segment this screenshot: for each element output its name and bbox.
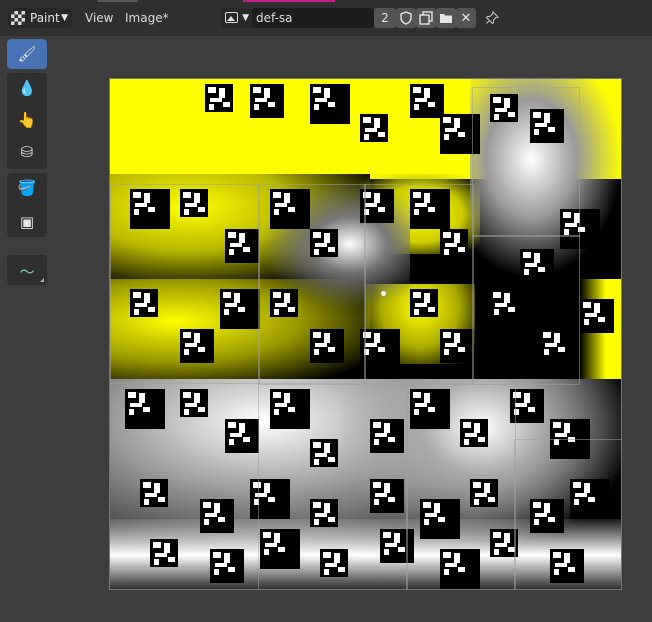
drop-icon: 💧	[17, 79, 37, 97]
texture-tile-motif	[250, 84, 284, 118]
top-accent-strip	[98, 0, 138, 2]
texture-grid-cell	[364, 184, 474, 384]
image-users-count[interactable]: 2	[374, 8, 396, 28]
stamp-icon: ⛁	[20, 143, 34, 161]
tool-clone-button[interactable]: ⛁	[7, 137, 47, 167]
fill-bucket-icon: 🪣	[17, 179, 37, 197]
brush-icon: 🖌	[17, 45, 37, 63]
texture-grid-cell	[472, 87, 580, 237]
tool-draw-button[interactable]: 🖌	[7, 39, 47, 69]
shield-icon	[400, 11, 412, 25]
menu-view[interactable]: View	[85, 8, 113, 28]
texture-tile-motif	[210, 549, 244, 583]
mode-selector[interactable]: Paint ▼	[8, 8, 72, 28]
image-name-field[interactable]: def-sa	[252, 8, 374, 28]
pin-button[interactable]	[484, 8, 500, 28]
mode-label: Paint	[30, 11, 60, 25]
texture-tile-motif	[200, 499, 234, 533]
folder-icon	[440, 14, 452, 23]
menu-image[interactable]: Image*	[125, 8, 169, 28]
texture-tile-motif	[140, 479, 168, 507]
texture-tile-motif	[180, 389, 208, 417]
texture-grid-cell	[514, 439, 621, 589]
texture-grid-cell	[258, 184, 366, 384]
tool-smear-button[interactable]: 👆	[7, 105, 47, 135]
smear-icon: 👆	[17, 111, 37, 129]
unlink-image-button[interactable]: ✕	[456, 8, 476, 28]
image-browse-button[interactable]: ▼	[222, 8, 252, 28]
close-icon: ✕	[460, 11, 472, 26]
duplicate-icon	[419, 11, 433, 25]
chevron-down-icon: ▼	[61, 13, 68, 23]
tool-soften-button[interactable]: 💧	[7, 73, 47, 103]
texture-grid-cell	[110, 184, 260, 384]
new-image-button[interactable]	[416, 8, 436, 28]
fake-user-button[interactable]	[396, 8, 416, 28]
texture-tile-motif	[225, 419, 259, 453]
texture-tile-motif	[580, 299, 614, 333]
texture-tile-motif	[125, 389, 165, 429]
mask-icon: ▣	[19, 213, 35, 231]
texture-tile-motif	[150, 539, 178, 567]
open-image-button[interactable]	[436, 8, 456, 28]
pin-icon	[485, 10, 500, 25]
texture-grid-cell	[406, 384, 516, 589]
tool-mask-button[interactable]: ▣	[7, 207, 47, 237]
top-accent-strip	[243, 0, 335, 2]
image-editor-header: Paint ▼ View Image* ▼ def-sa 2 ✕	[0, 0, 652, 36]
tool-annotate-button[interactable]: 〜	[7, 255, 47, 285]
brush-cursor	[381, 291, 386, 296]
texture-tile-motif	[360, 114, 388, 142]
texture-tile-motif	[205, 84, 233, 112]
texture-grid-cell	[258, 384, 408, 589]
image-canvas[interactable]	[109, 78, 622, 590]
tool-options-corner	[40, 278, 44, 282]
texture-tile-motif	[310, 84, 350, 124]
tool-fill-button[interactable]: 🪣	[7, 173, 47, 203]
image-icon	[225, 12, 238, 23]
chevron-down-icon: ▼	[242, 13, 249, 23]
checker-paint-icon	[11, 11, 25, 25]
texture-grid-cell	[472, 235, 580, 385]
texture-tile-motif	[410, 84, 444, 118]
